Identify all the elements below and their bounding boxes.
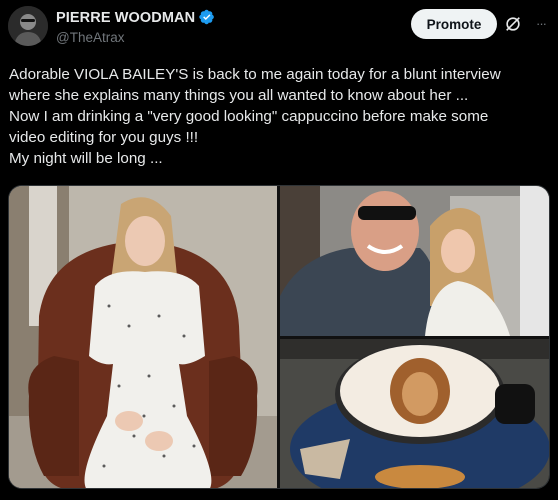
grok-icon[interactable]: [504, 15, 522, 33]
tweet-text: Adorable VIOLA BAILEY'S is back to me ag…: [9, 66, 501, 167]
tweet-header: PIERRE WOODMAN @TheAtrax Promote ···: [8, 6, 550, 50]
promote-button[interactable]: Promote: [411, 9, 497, 39]
woman-in-leather-chair-photo[interactable]: [9, 186, 277, 488]
verified-badge-icon: [199, 9, 215, 25]
avatar[interactable]: [8, 6, 48, 46]
display-name[interactable]: PIERRE WOODMAN: [56, 10, 195, 26]
media-grid: [8, 185, 550, 489]
more-icon[interactable]: ···: [532, 14, 550, 32]
handle[interactable]: @TheAtrax: [56, 30, 215, 45]
avatar-image: [8, 6, 48, 46]
selfie-man-and-woman-photo[interactable]: [280, 186, 549, 336]
author-info: PIERRE WOODMAN @TheAtrax: [56, 9, 215, 45]
latte-art-cappuccino-photo[interactable]: [280, 339, 549, 488]
